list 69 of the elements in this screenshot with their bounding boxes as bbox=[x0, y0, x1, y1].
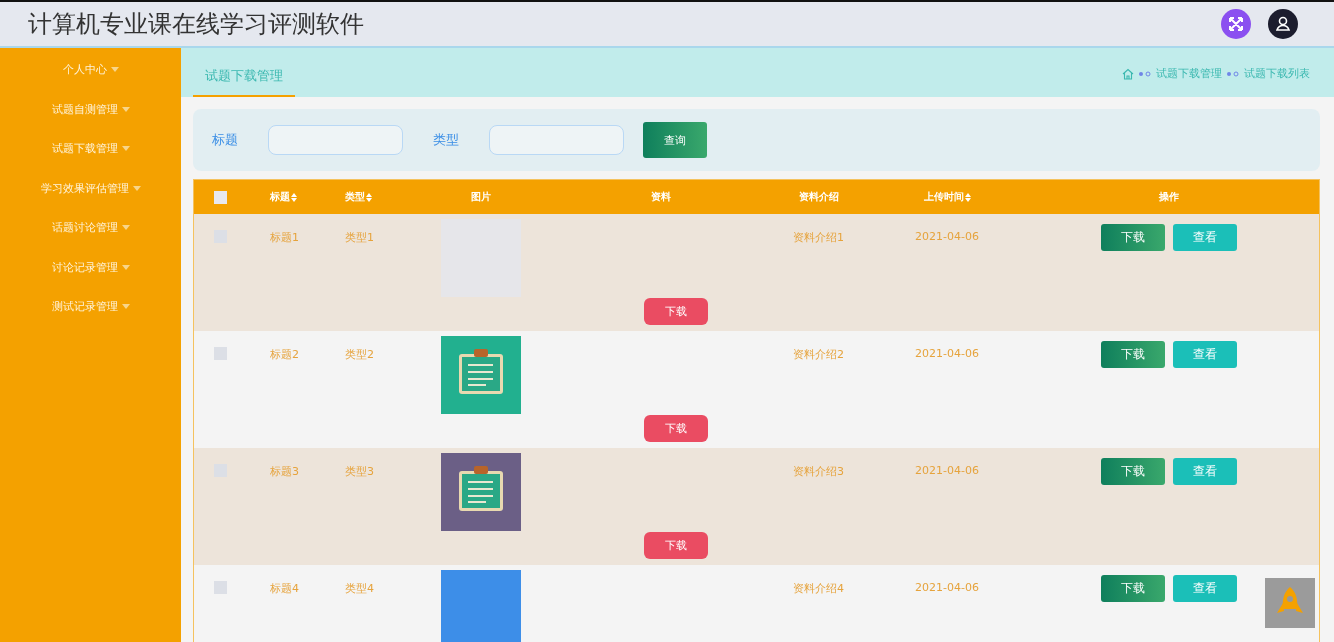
separator-icon bbox=[1138, 70, 1152, 77]
caret-icon bbox=[121, 304, 130, 309]
download-button[interactable]: 下载 bbox=[1100, 341, 1165, 368]
separator-icon bbox=[1226, 70, 1240, 77]
column-header[interactable]: 标题 bbox=[270, 190, 297, 204]
row-checkbox[interactable] bbox=[213, 581, 227, 594]
caret-icon bbox=[110, 67, 119, 72]
title-cell: 标题1 bbox=[270, 230, 299, 245]
download-button[interactable]: 下载 bbox=[644, 298, 708, 325]
search-button[interactable]: 查询 bbox=[643, 122, 707, 158]
time-cell: 2021-04-06 bbox=[915, 347, 979, 360]
sidebar-item[interactable]: 试题自测管理 bbox=[51, 97, 130, 137]
sidebar-item[interactable]: 测试记录管理 bbox=[51, 295, 130, 335]
sidebar-item[interactable]: 个人中心 bbox=[62, 58, 119, 98]
view-button[interactable]: 查看 bbox=[1172, 341, 1237, 368]
type-cell: 类型2 bbox=[345, 347, 374, 362]
row-checkbox[interactable] bbox=[213, 347, 227, 360]
type-cell: 类型3 bbox=[345, 464, 374, 479]
fullscreen-icon[interactable] bbox=[1221, 9, 1251, 39]
tab[interactable]: 试题下载管理 bbox=[193, 67, 295, 97]
time-cell: 2021-04-06 bbox=[915, 464, 979, 477]
intro-cell: 资料介绍4 bbox=[793, 581, 844, 596]
column-header[interactable]: 图片 bbox=[471, 190, 491, 204]
download-button[interactable]: 下载 bbox=[644, 415, 708, 442]
sidebar-item[interactable]: 学习效果评估管理 bbox=[40, 176, 141, 216]
breadcrumb-link[interactable]: 试题下载管理 bbox=[1156, 66, 1222, 81]
time-cell: 2021-04-06 bbox=[915, 581, 979, 594]
title-cell: 标题3 bbox=[270, 464, 299, 479]
caret-icon bbox=[121, 225, 130, 230]
column-header[interactable]: 资料介绍 bbox=[798, 190, 839, 204]
caret-icon bbox=[121, 264, 130, 270]
search-label: 标题 bbox=[212, 131, 238, 149]
sort-icon[interactable] bbox=[964, 192, 971, 202]
back-to-top-button[interactable] bbox=[1265, 578, 1315, 628]
caret-icon bbox=[132, 185, 141, 191]
download-button[interactable]: 下载 bbox=[644, 532, 708, 559]
user-icon[interactable] bbox=[1268, 9, 1298, 39]
column-header[interactable]: 资料 bbox=[651, 190, 671, 204]
title-cell: 标题2 bbox=[270, 347, 299, 362]
title-cell: 标题4 bbox=[270, 581, 299, 596]
search-field[interactable] bbox=[268, 125, 403, 155]
select-all-checkbox[interactable] bbox=[213, 190, 227, 204]
download-button[interactable]: 下载 bbox=[1100, 224, 1165, 251]
type-cell: 类型1 bbox=[345, 230, 374, 245]
view-button[interactable]: 查看 bbox=[1172, 224, 1237, 251]
column-header[interactable]: 类型 bbox=[345, 190, 372, 204]
time-cell: 2021-04-06 bbox=[915, 230, 979, 243]
search-label: 类型 bbox=[433, 131, 459, 149]
sidebar-item[interactable]: 讨论记录管理 bbox=[51, 255, 130, 295]
app-title: 计算机专业课在线学习评测软件 bbox=[28, 9, 364, 40]
sidebar-item[interactable]: 话题讨论管理 bbox=[51, 216, 130, 256]
caret-icon bbox=[121, 106, 130, 112]
intro-cell: 资料介绍2 bbox=[793, 347, 844, 362]
search-field[interactable] bbox=[489, 125, 624, 155]
sort-icon[interactable] bbox=[366, 192, 372, 202]
home-icon[interactable] bbox=[1122, 67, 1134, 80]
download-button[interactable]: 下载 bbox=[1100, 458, 1165, 485]
intro-cell: 资料介绍3 bbox=[793, 464, 844, 479]
view-button[interactable]: 查看 bbox=[1172, 575, 1237, 602]
view-button[interactable]: 查看 bbox=[1172, 458, 1237, 485]
column-header[interactable]: 上传时间 bbox=[923, 190, 971, 204]
download-button[interactable]: 下载 bbox=[1100, 575, 1165, 602]
type-cell: 类型4 bbox=[345, 581, 374, 596]
breadcrumb-link[interactable]: 试题下载列表 bbox=[1244, 66, 1310, 81]
caret-icon bbox=[121, 146, 130, 151]
column-header[interactable]: 操作 bbox=[1158, 190, 1179, 204]
intro-cell: 资料介绍1 bbox=[793, 230, 844, 245]
sort-icon[interactable] bbox=[291, 192, 297, 202]
sidebar-item[interactable]: 试题下载管理 bbox=[51, 137, 130, 177]
